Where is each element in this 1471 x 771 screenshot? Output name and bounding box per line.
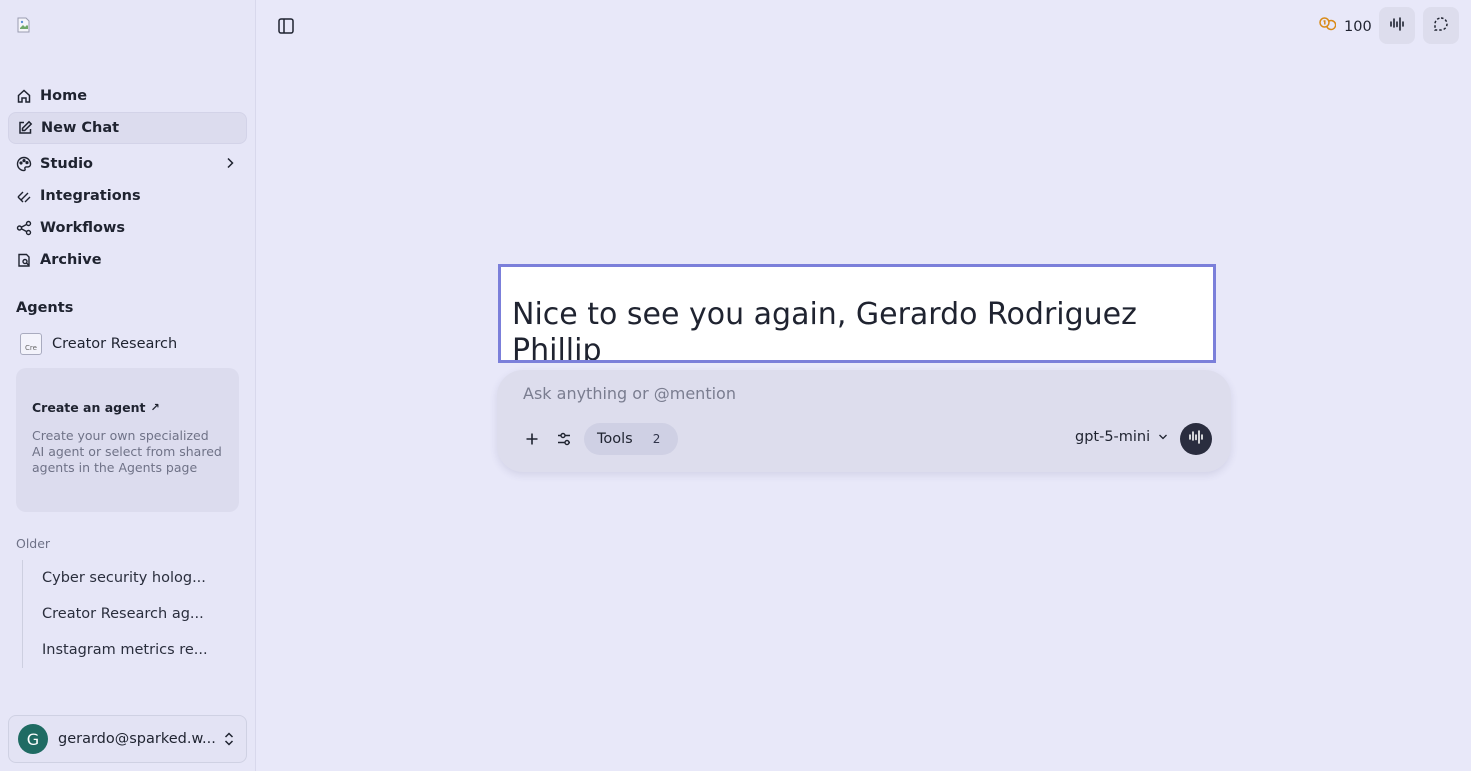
home-icon xyxy=(16,88,32,104)
history-item[interactable]: Instagram metrics re... xyxy=(23,632,240,668)
avatar: G xyxy=(18,724,48,754)
nav-workflows[interactable]: Workflows xyxy=(8,212,247,244)
nav-integrations[interactable]: Integrations xyxy=(8,180,247,212)
user-menu[interactable]: G gerardo@sparked.w... xyxy=(8,715,247,763)
waveform-icon xyxy=(1188,429,1204,449)
agent-creator-research[interactable]: Cre Creator Research xyxy=(16,330,239,358)
settings-sliders-icon[interactable] xyxy=(552,427,576,451)
tools-button[interactable]: Tools 2 xyxy=(584,423,678,455)
credits-indicator[interactable]: 100 xyxy=(1318,16,1372,38)
create-agent-description: Create your own specialized AI agent or … xyxy=(32,428,222,475)
chevron-down-icon xyxy=(1158,429,1168,445)
nav-archive-label: Archive xyxy=(40,252,102,268)
archive-icon xyxy=(16,252,32,268)
temporary-chat-button[interactable] xyxy=(1423,7,1459,44)
integrations-icon xyxy=(16,188,32,204)
nav-home[interactable]: Home xyxy=(8,80,247,112)
history-item[interactable]: Cyber security holog... xyxy=(23,560,240,596)
credits-count: 100 xyxy=(1344,19,1372,35)
agent-avatar: Cre xyxy=(20,333,42,355)
nav-archive[interactable]: Archive xyxy=(8,244,247,276)
voice-mode-button[interactable] xyxy=(1379,7,1415,44)
chat-history: Cyber security holog... Creator Research… xyxy=(22,560,240,668)
older-heading: Older xyxy=(16,536,51,551)
edit-icon xyxy=(17,120,33,136)
create-agent-link[interactable]: Create an agent ↗ xyxy=(32,400,223,415)
nav-new-chat-label: New Chat xyxy=(41,120,120,136)
create-agent-card: Create an agent ↗ Create your own specia… xyxy=(16,368,239,512)
plus-icon[interactable] xyxy=(520,427,544,451)
nav-studio[interactable]: Studio xyxy=(8,148,247,180)
broken-image-icon[interactable] xyxy=(16,17,32,33)
user-email: gerardo@sparked.w... xyxy=(58,731,216,747)
nav-home-label: Home xyxy=(40,88,88,104)
dashed-chat-icon xyxy=(1433,16,1449,36)
sidebar: Home New Chat Studio Integrations Workfl… xyxy=(0,0,256,771)
agents-heading: Agents xyxy=(16,300,74,316)
external-arrow-icon: ↗ xyxy=(150,401,160,414)
chat-composer: Tools 2 gpt-5-mini xyxy=(497,370,1231,472)
message-input[interactable] xyxy=(523,383,1063,403)
nav-new-chat[interactable]: New Chat xyxy=(8,112,247,144)
coins-icon xyxy=(1318,16,1337,38)
workflow-icon xyxy=(16,220,32,236)
chevron-up-down-icon xyxy=(222,731,236,751)
nav-studio-label: Studio xyxy=(40,156,94,172)
model-selector[interactable]: gpt-5-mini xyxy=(1075,429,1168,445)
nav-workflows-label: Workflows xyxy=(40,220,125,236)
tools-count-badge: 2 xyxy=(652,432,661,446)
greeting-heading: Nice to see you again, Gerardo Rodriguez… xyxy=(512,297,1137,363)
chevron-right-icon xyxy=(223,156,237,174)
palette-icon xyxy=(16,156,32,172)
greeting-box: Nice to see you again, Gerardo Rodriguez… xyxy=(498,264,1216,363)
model-name: gpt-5-mini xyxy=(1075,429,1151,445)
create-agent-title: Create an agent xyxy=(32,400,146,415)
nav-integrations-label: Integrations xyxy=(40,188,141,204)
sidebar-toggle-icon[interactable] xyxy=(276,17,296,35)
voice-input-button[interactable] xyxy=(1180,423,1212,455)
agent-label: Creator Research xyxy=(52,336,178,352)
tools-label: Tools xyxy=(597,431,633,447)
waveform-icon xyxy=(1389,16,1405,36)
history-item[interactable]: Creator Research ag... xyxy=(23,596,240,632)
